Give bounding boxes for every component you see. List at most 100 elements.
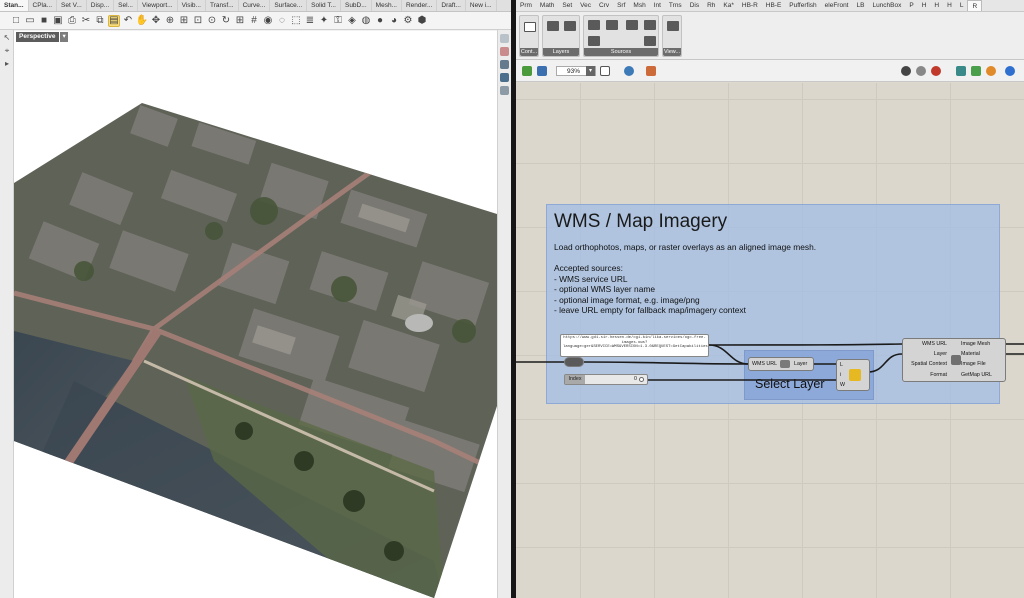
monitor-icon[interactable] [500,60,509,69]
grasshopper-tab[interactable]: Dis [686,0,703,11]
grasshopper-canvas[interactable]: WMS / Map Imagery Load orthophotos, maps… [516,83,1024,598]
rhino-tab[interactable]: Surface... [270,0,308,11]
material-icon[interactable]: ◈ [346,15,358,27]
save-icon[interactable]: ■ [38,15,50,27]
settings-gear-icon[interactable]: ⚙ [402,15,414,27]
grasshopper-tab[interactable]: Ka* [719,0,737,11]
rhino-tab[interactable]: Draft... [437,0,466,11]
source-cube-icon[interactable] [644,20,656,30]
layer-icon[interactable]: ≣ [304,15,316,27]
viewport-label[interactable]: Perspective [16,32,59,42]
grasshopper-tab[interactable]: Math [536,0,558,11]
view-icon[interactable] [667,21,679,31]
grasshopper-tab[interactable]: eleFront [821,0,853,11]
layer-node-output[interactable]: Layer [794,361,807,367]
output-image-file[interactable]: Image File [961,361,986,367]
preview-eye-icon[interactable] [624,66,634,76]
rhino-tab[interactable]: CPla... [29,0,58,11]
input-format[interactable]: Format [930,372,947,378]
lock-icon[interactable]: ⚿ [332,15,344,27]
move-icon[interactable]: ✥ [150,15,162,27]
hide-icon[interactable]: ◌ [276,15,288,27]
preview-wire-icon[interactable] [916,66,926,76]
rhino-tab[interactable]: Render... [402,0,438,11]
import-icon[interactable]: ⎙ [66,15,78,27]
undo-icon[interactable]: ↶ [122,15,134,27]
grasshopper-tab[interactable]: H [918,0,931,11]
book-icon[interactable] [500,86,509,95]
rhino-tab[interactable]: Curve... [239,0,271,11]
paste-icon[interactable]: ▤ [108,14,120,27]
viewport-menu-chevron-icon[interactable]: ▾ [59,32,68,42]
grasshopper-tab[interactable]: HB-E [762,0,786,11]
grasshopper-tab[interactable]: Pufferfish [785,0,820,11]
zoom-icon[interactable]: ⊕ [164,15,176,27]
copy-icon[interactable]: ⧉ [94,15,106,27]
grasshopper-tab[interactable]: P [905,0,917,11]
select-arrow-icon[interactable]: ↖ [2,33,12,43]
perspective-viewport[interactable]: Perspective ▾ [14,31,497,598]
sketch-icon[interactable] [646,66,656,76]
layer-list-icon[interactable] [564,21,576,31]
grasshopper-tab[interactable]: LunchBox [868,0,905,11]
grid-icon[interactable]: # [248,15,260,27]
source-map-icon[interactable] [588,20,600,30]
input-spatial-context[interactable]: Spatial Context [911,361,947,367]
shaded-sphere-icon[interactable]: ◕ [388,15,400,27]
rhino-tab[interactable]: Transf... [206,0,239,11]
preview-shaded-icon[interactable] [931,66,941,76]
rhino-tab[interactable]: Set V... [57,0,87,11]
rhino-tab[interactable]: Solid T... [307,0,341,11]
render-icon[interactable] [986,66,996,76]
layer-stack-icon[interactable] [547,21,559,31]
render-sphere-icon[interactable]: ● [374,15,386,27]
grasshopper-tab[interactable]: Vec [576,0,595,11]
rotate-view-icon[interactable]: ↻ [220,15,232,27]
ribbon-group-layers[interactable]: Layers [542,15,580,57]
select-input-index[interactable]: i [840,372,841,378]
slider-grip-icon[interactable] [639,377,644,382]
grasshopper-tab[interactable]: Prm [516,0,536,11]
grasshopper-tab[interactable]: Crv [595,0,613,11]
cut-icon[interactable]: ✂ [80,15,92,27]
zoom-extents-icon[interactable]: ⊡ [192,15,204,27]
wms-layer-component[interactable]: WMS URL Layer [748,357,814,371]
open-folder-icon[interactable]: ▭ [24,15,36,27]
grasshopper-tab[interactable]: R [967,0,983,11]
open-file-icon[interactable] [522,66,532,76]
grasshopper-tab[interactable]: Srf [613,0,629,11]
layer-node-input[interactable]: WMS URL [752,361,777,367]
input-layer[interactable]: Layer [934,351,947,357]
relay-node[interactable] [564,357,584,367]
pan-hand-icon[interactable]: ✋ [136,15,148,27]
grasshopper-tab[interactable]: Trns [665,0,686,11]
index-slider[interactable]: Index 0 [564,374,648,385]
grasshopper-tab[interactable]: H [930,0,943,11]
rhino-tab[interactable]: SubD... [341,0,372,11]
output-material[interactable]: Material [961,351,980,357]
grasshopper-tab[interactable]: Int [650,0,665,11]
rhino-tab[interactable]: Viewport... [138,0,178,11]
globe-icon[interactable] [1005,66,1015,76]
layers-panel-icon[interactable] [500,73,509,82]
four-viewports-icon[interactable]: ⊞ [234,15,246,27]
zoom-window-icon[interactable]: ⊞ [178,15,190,27]
save-icon[interactable] [537,66,547,76]
preview-off-icon[interactable] [901,66,911,76]
rhino-tab[interactable]: New i... [466,0,497,11]
rhino-tab[interactable]: Visib... [178,0,206,11]
grasshopper-tab[interactable]: H [943,0,956,11]
rhino-tab[interactable]: Disp... [87,0,115,11]
ribbon-group-sources[interactable]: Sources [583,15,659,57]
color-wheel-icon[interactable]: ◍ [360,15,372,27]
ribbon-group-cont[interactable]: Cont... [519,15,539,57]
select-input-wrap[interactable]: W [840,382,845,388]
zoom-extents-icon[interactable] [600,66,610,76]
grasshopper-tab[interactable]: HB-R [738,0,762,11]
select-input-list[interactable]: L [840,362,843,368]
selected-preview-icon[interactable] [971,66,981,76]
rhino-tab[interactable]: Stan... [0,0,29,11]
rhino-tab[interactable]: Sel... [114,0,138,11]
source-tile-icon[interactable] [606,20,618,30]
zoom-dropdown-chevron-icon[interactable]: ▾ [586,66,595,76]
